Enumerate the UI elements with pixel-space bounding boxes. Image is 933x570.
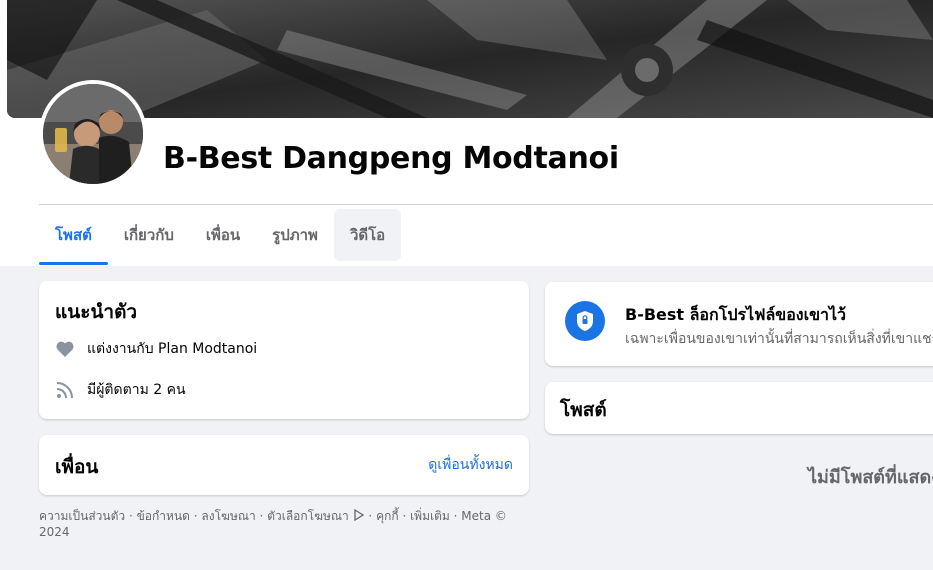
tab-videos[interactable]: วิดีโอ	[333, 209, 402, 261]
tab-photos[interactable]: รูปภาพ	[256, 209, 334, 261]
intro-title: แนะนำตัว	[55, 301, 138, 323]
friends-card: เพื่อน ดูเพื่อนทั้งหมด	[39, 435, 529, 495]
footer-cookies-link[interactable]: คุกกี้	[376, 509, 399, 523]
locked-profile-card: B-Best ล็อกโปรไฟล์ของเขาไว้ เฉพาะเพื่อนข…	[545, 282, 933, 366]
tab-posts[interactable]: โพสต์	[39, 209, 108, 265]
friends-title: เพื่อน	[55, 456, 99, 478]
tab-about[interactable]: เกี่ยวกับ	[108, 209, 190, 261]
footer-terms-link[interactable]: ข้อกำหนด	[137, 509, 190, 523]
header-divider	[39, 204, 933, 205]
cover-photo[interactable]	[7, 0, 933, 118]
locked-profile-icon	[565, 301, 605, 341]
footer-advertising-link[interactable]: ลงโฆษณา	[201, 509, 255, 523]
footer-links: ความเป็นส่วนตัว · ข้อกำหนด · ลงโฆษณา · ต…	[39, 508, 507, 539]
locked-profile-subtitle: เฉพาะเพื่อนของเขาเท่านั้นที่สามารถเห็นสิ…	[625, 331, 933, 347]
relationship-text: แต่งงานกับ Plan Modtanoi	[87, 341, 258, 357]
footer-privacy-link[interactable]: ความเป็นส่วนตัว	[39, 509, 125, 523]
relationship-row: แต่งงานกับ Plan Modtanoi	[55, 338, 257, 360]
tab-friends[interactable]: เพื่อน	[190, 209, 256, 261]
posts-title: โพสต์	[560, 399, 607, 421]
locked-profile-title: B-Best ล็อกโปรไฟล์ของเขาไว้	[625, 305, 847, 324]
heart-icon	[55, 339, 75, 359]
profile-name: B-Best Dangpeng Modtanoi	[163, 141, 619, 176]
followers-row: มีผู้ติดตาม 2 คน	[55, 379, 186, 401]
posts-card: โพสต์	[545, 382, 933, 434]
followers-icon	[55, 380, 75, 400]
footer-more-link[interactable]: เพิ่มเติม	[410, 509, 450, 523]
profile-tabs: โพสต์ เกี่ยวกับ เพื่อน รูปภาพ วิดีโอ	[39, 209, 402, 266]
footer-ad-choices-link[interactable]: ตัวเลือกโฆษณา	[267, 508, 364, 523]
see-all-friends-link[interactable]: ดูเพื่อนทั้งหมด	[428, 454, 513, 476]
footer-ad-choices-label: ตัวเลือกโฆษณา	[267, 509, 349, 523]
followers-text[interactable]: มีผู้ติดตาม 2 คน	[87, 379, 186, 401]
profile-avatar[interactable]	[43, 84, 143, 184]
intro-card: แนะนำตัว แต่งงานกับ Plan Modtanoi มีผู้ต…	[39, 281, 529, 419]
no-posts-message: ไม่มีโพสต์ที่แสดง	[808, 467, 933, 488]
ad-choices-icon	[353, 508, 364, 522]
